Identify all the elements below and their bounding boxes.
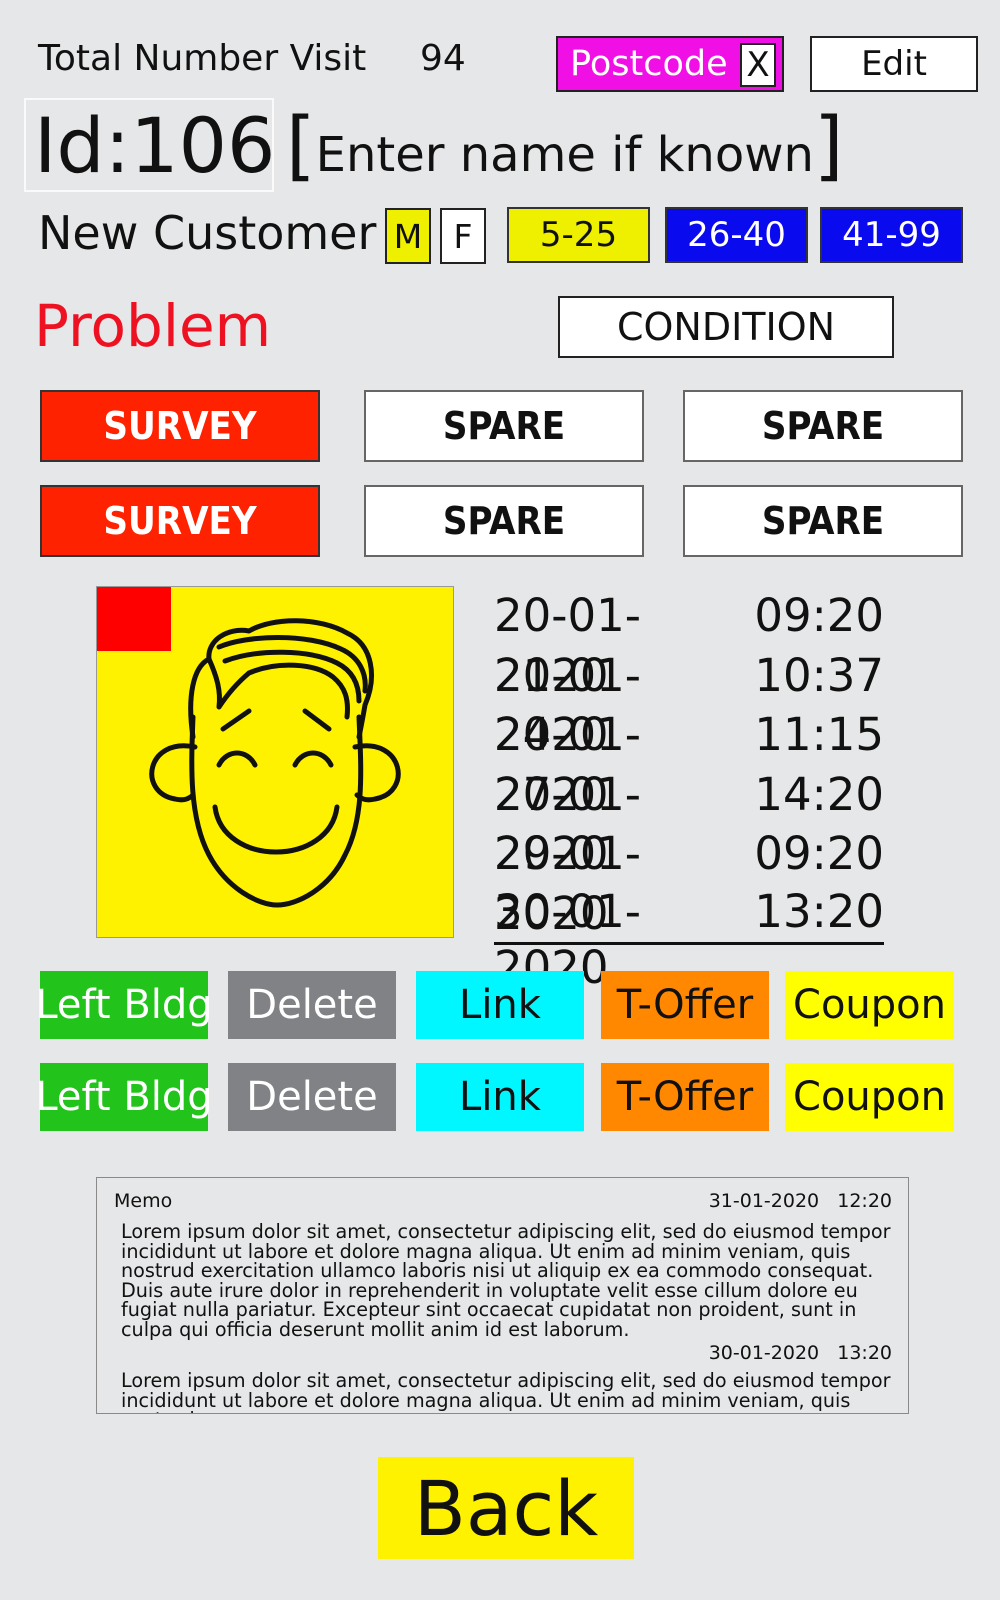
visit-row: 21-01-2020 10:37 bbox=[494, 646, 884, 762]
memo-entry-timestamp: 31-01-2020 12:20 bbox=[708, 1190, 892, 1212]
name-bracket-close: ] bbox=[813, 100, 844, 189]
sex-female-button[interactable]: F bbox=[440, 208, 486, 264]
visit-row: 24-01-2020 11:15 bbox=[494, 705, 884, 821]
condition-button[interactable]: CONDITION bbox=[558, 296, 894, 358]
link-button[interactable]: Link bbox=[416, 1063, 584, 1131]
visit-date: 20-01-2020 bbox=[494, 589, 641, 702]
name-bracket-open: [ bbox=[286, 100, 316, 189]
customer-status: New Customer bbox=[38, 206, 377, 260]
delete-button[interactable]: Delete bbox=[228, 971, 396, 1039]
visit-row: 29-01-2020 09:20 bbox=[494, 824, 884, 940]
delete-button[interactable]: Delete bbox=[228, 1063, 396, 1131]
visit-row: 27-01-2020 14:20 bbox=[494, 765, 884, 881]
left-bldg-button[interactable]: Left Bldg bbox=[35, 971, 213, 1039]
customer-id: Id:106 bbox=[24, 98, 275, 192]
visit-time: 14:20 bbox=[754, 767, 884, 821]
memo-entry-text: Lorem ipsum dolor sit amet, consectetur … bbox=[121, 1220, 891, 1341]
problem-heading: Problem bbox=[34, 292, 272, 360]
postcode-button[interactable]: Postcode X bbox=[556, 36, 784, 92]
total-visit-label: Total Number Visit bbox=[38, 38, 367, 79]
name-placeholder: Enter name if known bbox=[315, 127, 814, 183]
total-visit-count: 94 bbox=[420, 38, 466, 79]
visit-date: 21-01-2020 bbox=[494, 648, 641, 762]
smiling-face-icon bbox=[149, 618, 401, 908]
memo-entry-timestamp: 30-01-2020 13:20 bbox=[708, 1342, 892, 1364]
spare-button[interactable]: SPARE bbox=[683, 485, 963, 557]
sex-male-button[interactable]: M bbox=[385, 208, 431, 264]
coupon-button[interactable]: Coupon bbox=[785, 1063, 954, 1131]
survey-button[interactable]: SURVEY bbox=[40, 390, 320, 462]
spare-button[interactable]: SPARE bbox=[364, 390, 644, 462]
spare-button[interactable]: SPARE bbox=[364, 485, 644, 557]
coupon-button[interactable]: Coupon bbox=[785, 971, 954, 1039]
t-offer-button[interactable]: T-Offer bbox=[601, 1063, 769, 1131]
visit-date: 29-01-2020 bbox=[494, 827, 641, 940]
visit-row: 20-01-2020 09:20 bbox=[494, 586, 884, 702]
customer-name-field[interactable]: [Enter name if known] bbox=[286, 106, 844, 186]
postcode-clear-button[interactable]: X bbox=[740, 43, 776, 87]
visit-row-latest: 30-01-2020 13:20 bbox=[494, 884, 884, 994]
age-group-5-25-button[interactable]: 5-25 bbox=[507, 207, 650, 263]
memo-panel[interactable]: Memo 31-01-2020 12:20 Lorem ipsum dolor … bbox=[96, 1177, 909, 1414]
visit-time: 11:15 bbox=[754, 708, 884, 762]
t-offer-button[interactable]: T-Offer bbox=[601, 971, 769, 1039]
age-group-26-40-button[interactable]: 26-40 bbox=[665, 207, 808, 263]
visit-history-list: 20-01-2020 09:20 21-01-2020 10:37 24-01-… bbox=[494, 586, 884, 994]
survey-button[interactable]: SURVEY bbox=[40, 485, 320, 557]
visit-date: 27-01-2020 bbox=[494, 767, 641, 881]
customer-avatar[interactable] bbox=[96, 586, 454, 938]
spare-button[interactable]: SPARE bbox=[683, 390, 963, 462]
edit-button[interactable]: Edit bbox=[810, 36, 978, 92]
back-button[interactable]: Back bbox=[378, 1457, 634, 1559]
visit-date: 24-01-2020 bbox=[494, 708, 641, 821]
link-button[interactable]: Link bbox=[416, 971, 584, 1039]
visit-date: 30-01-2020 bbox=[494, 884, 641, 994]
visit-time: 09:20 bbox=[754, 589, 884, 642]
memo-entry-text: Lorem ipsum dolor sit amet, consectetur … bbox=[121, 1369, 891, 1413]
memo-label: Memo bbox=[114, 1190, 173, 1212]
visit-time: 09:20 bbox=[754, 827, 884, 881]
postcode-label: Postcode bbox=[570, 44, 728, 84]
left-bldg-button[interactable]: Left Bldg bbox=[35, 1063, 213, 1131]
visit-time: 10:37 bbox=[754, 648, 884, 702]
age-group-41-99-button[interactable]: 41-99 bbox=[820, 207, 963, 263]
visit-time: 13:20 bbox=[754, 884, 884, 938]
